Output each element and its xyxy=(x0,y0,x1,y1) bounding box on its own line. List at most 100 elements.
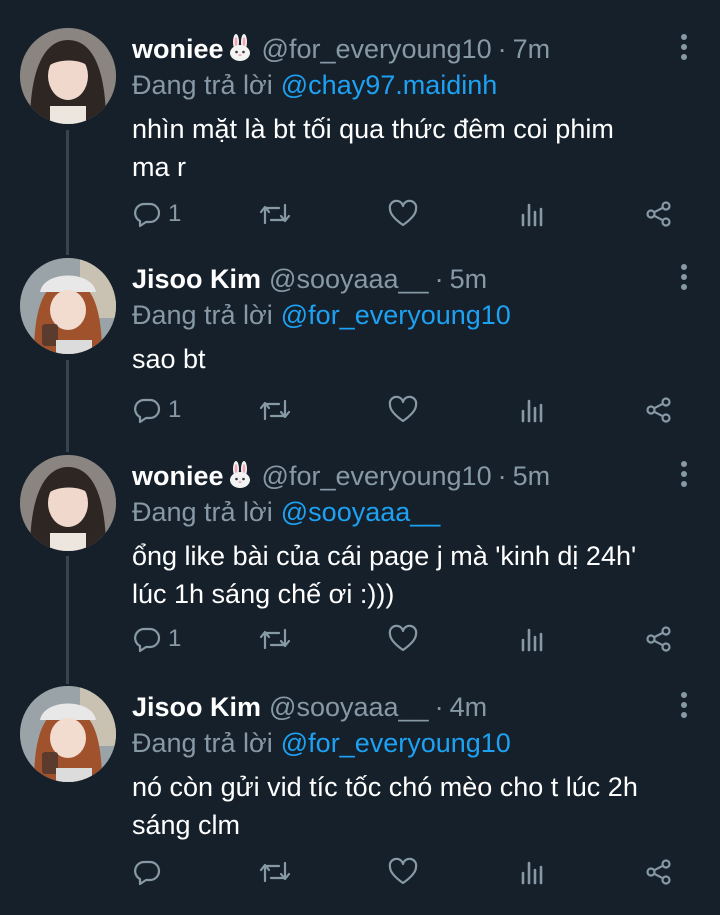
timestamp[interactable]: 7m xyxy=(513,34,551,64)
reply-button[interactable]: 1 xyxy=(132,394,181,426)
stats-button[interactable] xyxy=(518,856,548,888)
reply-label: Đang trả lời xyxy=(132,728,273,758)
tweet-text-line: sao bt xyxy=(132,344,206,374)
action-bar xyxy=(132,856,692,892)
more-icon[interactable] xyxy=(680,264,688,292)
retweet-icon xyxy=(259,399,291,421)
mention-link[interactable]: @for_everyoung10 xyxy=(281,300,511,330)
reply-count: 1 xyxy=(168,200,182,227)
like-icon xyxy=(388,857,418,885)
stats-button[interactable] xyxy=(518,623,548,655)
like-button[interactable] xyxy=(387,198,419,230)
tweet-text-line: lúc 1h sáng chế ơi :))) xyxy=(132,579,395,609)
timestamp[interactable]: 5m xyxy=(513,461,551,491)
tweet-text-line: nhìn mặt là bt tối qua thức đêm coi phim xyxy=(132,114,614,144)
stats-icon xyxy=(521,628,543,652)
action-bar: 1 xyxy=(132,394,692,430)
avatar[interactable] xyxy=(20,455,116,551)
share-icon xyxy=(646,397,671,423)
reply-button[interactable]: 1 xyxy=(132,198,181,230)
retweet-button[interactable] xyxy=(258,394,292,426)
tweet-header: woniee @for_everyoung10 · 7m xyxy=(132,32,550,66)
more-icon[interactable] xyxy=(680,461,688,489)
reply-button[interactable]: 1 xyxy=(132,623,181,655)
reply-label: Đang trả lời xyxy=(132,70,273,100)
avatar[interactable] xyxy=(20,686,116,782)
more-icon[interactable] xyxy=(680,34,688,62)
reply-count: 1 xyxy=(168,625,182,652)
action-bar: 1 xyxy=(132,198,692,234)
reply-button[interactable] xyxy=(132,856,168,888)
tweet-text: nó còn gửi vid tíc tốc chó mèo cho t lúc… xyxy=(132,768,692,844)
share-icon xyxy=(646,626,671,652)
separator: · xyxy=(434,264,444,294)
tweet-text: ổng like bài của cái page j mà 'kinh dị … xyxy=(132,537,692,613)
tweet-text-line: ma r xyxy=(132,152,186,182)
more-icon[interactable] xyxy=(680,692,688,720)
reply-label: Đang trả lời xyxy=(132,497,273,527)
handle[interactable]: @sooyaaa__ xyxy=(269,692,429,722)
retweet-button[interactable] xyxy=(258,198,292,230)
display-name[interactable]: Jisoo Kim xyxy=(132,264,261,294)
reply-context: Đang trả lời @sooyaaa__ xyxy=(132,495,440,529)
tweet-header: Jisoo Kim @sooyaaa__ · 5m xyxy=(132,262,487,296)
separator: · xyxy=(497,461,507,491)
handle[interactable]: @for_everyoung10 xyxy=(262,34,492,64)
stats-icon xyxy=(521,203,543,227)
tweet[interactable]: woniee @for_everyoung10 · 5m Đang trả lời @s… xyxy=(0,455,720,685)
reply-icon xyxy=(134,398,161,424)
stats-button[interactable] xyxy=(518,198,548,230)
tweet-text-line: sáng clm xyxy=(132,810,241,840)
rabbit-emoji-icon xyxy=(229,461,250,488)
separator: · xyxy=(434,692,444,722)
reply-context: Đang trả lời @for_everyoung10 xyxy=(132,726,511,760)
retweet-button[interactable] xyxy=(258,856,292,888)
rabbit-emoji-icon xyxy=(229,34,250,61)
avatar[interactable] xyxy=(20,28,116,124)
reply-icon xyxy=(134,202,161,228)
retweet-button[interactable] xyxy=(258,623,292,655)
tweet-text-line: nó còn gửi vid tíc tốc chó mèo cho t lúc… xyxy=(132,772,638,802)
mention-link[interactable]: @sooyaaa__ xyxy=(281,497,441,527)
reply-icon xyxy=(134,860,161,886)
tweet-text-line: ổng like bài của cái page j mà 'kinh dị … xyxy=(132,541,637,571)
tweet-header: woniee @for_everyoung10 · 5m xyxy=(132,459,550,493)
avatar[interactable] xyxy=(20,258,116,354)
share-button[interactable] xyxy=(644,856,674,888)
stats-button[interactable] xyxy=(518,394,548,426)
reply-label: Đang trả lời xyxy=(132,300,273,330)
reply-context: Đang trả lời @for_everyoung10 xyxy=(132,298,511,332)
like-icon xyxy=(388,395,418,423)
display-name[interactable]: woniee xyxy=(132,461,224,491)
like-button[interactable] xyxy=(387,856,419,888)
handle[interactable]: @for_everyoung10 xyxy=(262,461,492,491)
share-button[interactable] xyxy=(644,623,674,655)
tweet[interactable]: Jisoo Kim @sooyaaa__ · 4m Đang trả lời @for_… xyxy=(0,686,720,915)
handle[interactable]: @sooyaaa__ xyxy=(269,264,429,294)
share-button[interactable] xyxy=(644,394,674,426)
mention-link[interactable]: @for_everyoung10 xyxy=(281,728,511,758)
like-icon xyxy=(388,624,418,652)
reply-icon xyxy=(134,627,161,653)
share-icon xyxy=(646,201,671,227)
like-button[interactable] xyxy=(387,623,419,655)
timestamp[interactable]: 5m xyxy=(450,264,488,294)
share-button[interactable] xyxy=(644,198,674,230)
retweet-icon xyxy=(259,203,291,225)
tweet[interactable]: woniee @for_everyoung10 · 7m Đang trả lời @c… xyxy=(0,28,720,253)
stats-icon xyxy=(521,399,543,423)
tweet[interactable]: Jisoo Kim @sooyaaa__ · 5m Đang trả lời @for_… xyxy=(0,258,720,458)
display-name[interactable]: Jisoo Kim xyxy=(132,692,261,722)
action-bar: 1 xyxy=(132,623,692,659)
display-name[interactable]: woniee xyxy=(132,34,224,64)
stats-icon xyxy=(521,861,543,885)
like-button[interactable] xyxy=(387,394,419,426)
retweet-icon xyxy=(259,861,291,883)
tweet-text: sao bt xyxy=(132,340,692,378)
reply-count: 1 xyxy=(168,396,182,423)
tweet-header: Jisoo Kim @sooyaaa__ · 4m xyxy=(132,690,487,724)
mention-link[interactable]: @chay97.maidinh xyxy=(281,70,498,100)
timestamp[interactable]: 4m xyxy=(450,692,488,722)
tweet-text: nhìn mặt là bt tối qua thức đêm coi phim… xyxy=(132,110,692,186)
like-icon xyxy=(388,199,418,227)
